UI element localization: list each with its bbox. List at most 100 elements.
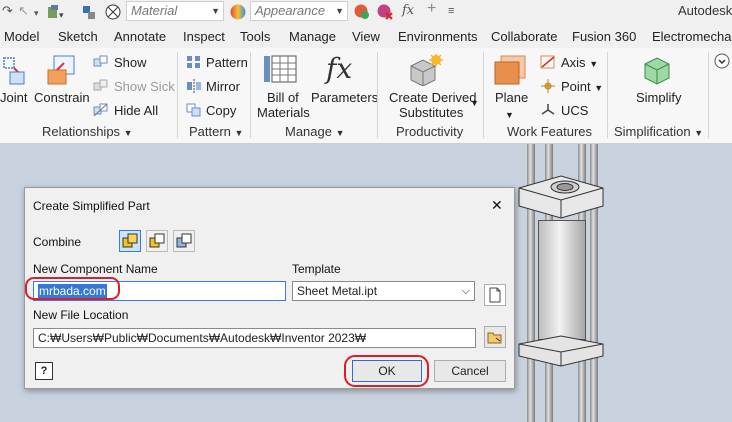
top-mounting-block [515,174,607,220]
bom-line-2[interactable]: Materials [257,105,310,120]
copy-icon [186,103,202,120]
productivity-group-label: Productivity [396,124,464,139]
dialog-title: Create Simplified Part [33,199,150,213]
cancel-button[interactable]: Cancel [434,360,506,382]
template-label: Template [292,262,341,276]
ribbon-divider [377,52,378,138]
close-icon[interactable]: ✕ [491,197,503,214]
appearance-color-icon[interactable] [229,3,247,25]
create-simplified-part-dialog: Create Simplified Part ✕ Combine New Com… [24,187,515,389]
pattern-button[interactable]: Pattern [206,55,248,70]
combine-label: Combine [33,235,82,249]
combine-option-3[interactable] [173,230,195,252]
tab-environments[interactable]: Environments [398,29,477,44]
redo-icon[interactable]: ↷ [2,3,13,19]
chevron-down-icon: ⌵ [461,285,470,297]
customize-menu-icon[interactable]: ≡ [448,3,454,19]
ribbon-divider [250,52,251,138]
relationships-group-label[interactable]: Relationships ▼ [42,124,133,139]
show-sick-button[interactable]: Show Sick [114,79,175,94]
appearance-value: Appearance [255,3,326,18]
component-name-value: mrbada.com [38,284,107,298]
ribbon-options-icon[interactable] [714,53,730,72]
plane-icon[interactable] [493,54,529,89]
template-select[interactable]: Sheet Metal.ipt ⌵ [292,281,475,301]
update-icon[interactable]: ▾ [46,3,66,25]
plus-icon[interactable]: + [427,1,436,17]
template-value: Sheet Metal.ipt [297,284,378,298]
template-browse-button[interactable] [484,284,506,306]
axis-button[interactable]: Axis ▼ [561,55,598,70]
parameters-button[interactable]: Parameters [311,90,378,105]
mirror-button[interactable]: Mirror [206,79,240,94]
plane-button[interactable]: Plane [495,90,528,105]
create-derived-line-1[interactable]: Create Derived [389,90,476,105]
ucs-button[interactable]: UCS [561,103,588,118]
ribbon-divider [708,52,709,138]
file-location-label: New File Location [33,308,129,322]
joint-button[interactable]: Joint [0,90,27,105]
hide-all-button[interactable]: Hide All [114,103,158,118]
chevron-down-icon[interactable]: ▼ [505,110,514,120]
copy-button[interactable]: Copy [206,103,236,118]
ribbon-panel: Joint Constrain Show Show Sick Hide All … [0,48,732,144]
adjust-appearance-icon[interactable] [353,3,371,25]
measure-icon[interactable] [80,3,98,25]
ucs-icon [540,103,556,120]
quick-access-toolbar: ↷ ↖ ▾ ▾ Material ▼ Appearance ▼ fx + ≡ Aut… [0,0,732,24]
tab-view[interactable]: View [352,29,380,44]
tab-inspect[interactable]: Inspect [183,29,225,44]
tab-annotate[interactable]: Annotate [114,29,166,44]
combine-option-2[interactable] [146,230,168,252]
work-features-group-label: Work Features [507,124,593,139]
bill-of-materials-icon[interactable] [263,54,299,89]
chevron-down-icon[interactable]: ▾ [34,5,39,21]
simplification-group-label[interactable]: Simplification ▼ [614,124,703,139]
folder-browse-button[interactable] [484,326,506,348]
create-derived-substitutes-icon[interactable] [405,53,445,89]
select-icon[interactable]: ↖ [18,3,29,19]
tab-model[interactable]: Model [4,29,39,44]
tab-collaborate[interactable]: Collaborate [491,29,558,44]
simplify-button[interactable]: Simplify [636,90,682,105]
create-derived-line-2[interactable]: Substitutes [399,105,463,120]
ok-button[interactable]: OK [352,360,422,382]
pattern-icon [186,55,202,72]
parameters-fx-icon[interactable]: fx [326,52,352,85]
file-location-input[interactable]: C:₩Users₩Public₩Documents₩Autodesk₩Inven… [33,328,476,348]
tab-sketch[interactable]: Sketch [58,29,98,44]
app-title: Autodesk [678,3,732,18]
constrain-button[interactable]: Constrain [34,90,90,105]
fx-icon[interactable]: fx [402,3,414,19]
tab-manage[interactable]: Manage [289,29,336,44]
component-name-input[interactable]: mrbada.com [33,281,286,301]
point-button[interactable]: Point ▼ [561,79,603,94]
chevron-down-icon: ▼ [335,6,344,16]
clear-appearance-icon[interactable] [376,3,394,25]
tab-electromechanical[interactable]: Electromechan [652,29,732,44]
ribbon-divider [177,52,178,138]
appearance-select[interactable]: Appearance ▼ [250,1,348,21]
ribbon-divider [607,52,608,138]
show-button[interactable]: Show [114,55,147,70]
component-name-label: New Component Name [33,262,158,276]
joint-icon[interactable] [0,54,26,89]
show-sick-icon [93,79,109,96]
appearance-override-icon[interactable] [104,3,122,25]
chevron-down-icon[interactable]: ▼ [470,98,479,108]
manage-group-label[interactable]: Manage ▼ [285,124,345,139]
constrain-icon[interactable] [44,54,78,89]
file-location-value: C:₩Users₩Public₩Documents₩Autodesk₩Inven… [38,331,367,345]
simplify-icon[interactable] [641,54,673,89]
show-icon [93,55,109,72]
axis-icon [540,55,556,72]
hide-all-icon [93,103,109,120]
bom-line-1[interactable]: Bill of [267,90,299,105]
combine-option-1[interactable] [119,230,141,252]
mirror-icon [186,79,202,96]
material-select[interactable]: Material ▼ [126,1,224,21]
help-button[interactable]: ? [35,362,53,380]
pattern-group-label[interactable]: Pattern ▼ [189,124,243,139]
tab-fusion-360[interactable]: Fusion 360 [572,29,636,44]
tab-tools[interactable]: Tools [240,29,270,44]
